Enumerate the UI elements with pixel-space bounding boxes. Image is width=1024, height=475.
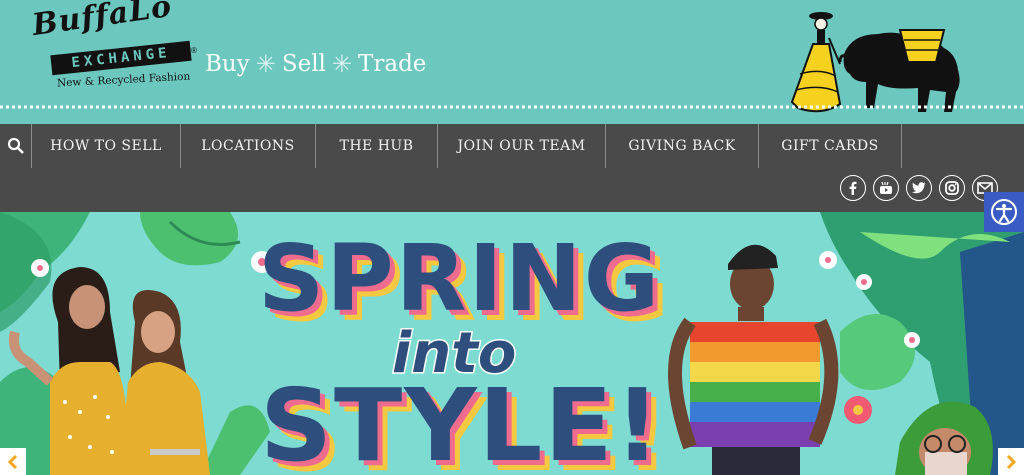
logo-registered-mark: ®	[191, 46, 197, 55]
hero-headline-spring: SPRING	[258, 225, 661, 332]
hero-artwork: SPRING SPRING SPRING into STYLE! STYLE! …	[0, 212, 1024, 475]
sparkle-icon: ✳	[255, 50, 276, 78]
logo-subtitle: New & Recycled Fashion	[56, 70, 191, 90]
nav-menu: HOW TO SELL LOCATIONS THE HUB JOIN OUR T…	[0, 124, 902, 168]
nav-item-locations[interactable]: LOCATIONS	[181, 124, 316, 168]
carousel-next-button[interactable]	[998, 448, 1024, 475]
tagline-sell: Sell	[281, 51, 326, 77]
facebook-icon[interactable]	[840, 175, 866, 201]
sparkle-icon: ✳	[331, 50, 353, 78]
buffalo-exchange-logo[interactable]: BuffaLo EXCHANGE ® New & Recycled Fashio…	[30, 0, 198, 98]
nav-item-join-our-team[interactable]: JOIN OUR TEAM	[438, 124, 606, 168]
twitter-icon[interactable]	[906, 175, 932, 201]
hero-headline-style: STYLE!	[260, 367, 662, 475]
nav-search-button[interactable]	[0, 124, 32, 168]
logo-wordmark: BuffaLo	[30, 0, 175, 43]
accessibility-icon	[991, 199, 1017, 225]
accessibility-button[interactable]	[984, 192, 1024, 232]
instagram-icon[interactable]	[939, 175, 965, 201]
chevron-right-icon	[1006, 454, 1017, 469]
tagline-buy: Buy	[205, 51, 250, 77]
nav-item-how-to-sell[interactable]: HOW TO SELL	[32, 124, 181, 168]
youtube-icon[interactable]	[873, 175, 899, 201]
nav-item-gift-cards[interactable]: GIFT CARDS	[759, 124, 902, 168]
logo-exchange-text: EXCHANGE	[50, 40, 192, 76]
tagline: Buy ✳ Sell ✳ Trade	[205, 48, 426, 80]
social-links	[840, 175, 998, 201]
dotted-divider	[0, 105, 1024, 109]
chevron-left-icon	[7, 454, 18, 469]
hero-banner[interactable]: SPRING SPRING SPRING into STYLE! STYLE! …	[0, 212, 1024, 475]
nav-item-the-hub[interactable]: THE HUB	[316, 124, 438, 168]
carousel-prev-button[interactable]	[0, 448, 26, 475]
search-icon	[7, 137, 24, 154]
nav-item-giving-back[interactable]: GIVING BACK	[606, 124, 759, 168]
site-header: BuffaLo EXCHANGE ® New & Recycled Fashio…	[0, 0, 1024, 124]
main-navigation: HOW TO SELL LOCATIONS THE HUB JOIN OUR T…	[0, 124, 1024, 212]
tagline-trade: Trade	[358, 51, 427, 77]
